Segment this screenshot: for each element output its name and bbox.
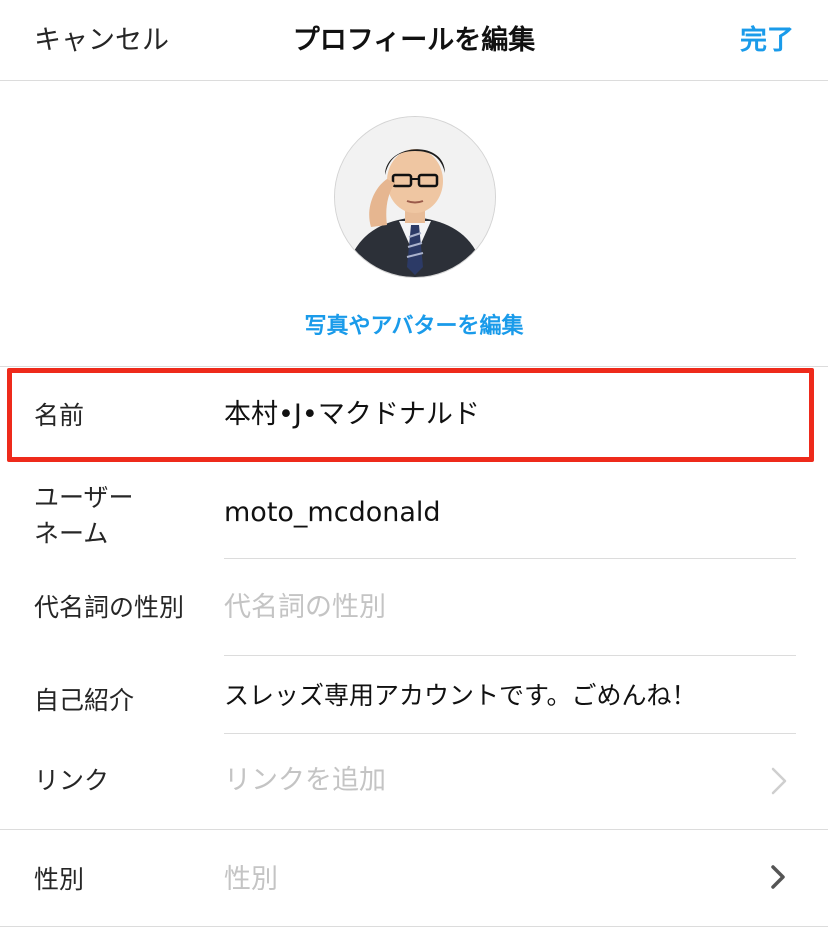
username-field[interactable]: moto_mcdonald xyxy=(224,494,441,532)
nav-bar: キャンセル プロフィールを編集 完了 xyxy=(0,0,828,81)
bio-label: 自己紹介 xyxy=(34,686,135,715)
divider xyxy=(224,558,796,559)
avatar-photo xyxy=(335,117,495,277)
username-label: ユーザー ネーム xyxy=(34,480,134,552)
avatar[interactable] xyxy=(334,116,496,278)
pronouns-label: 代名詞の性別 xyxy=(34,593,185,622)
username-label-line2: ネーム xyxy=(34,519,109,548)
page-title: プロフィールを編集 xyxy=(292,25,536,56)
edit-photo-link[interactable]: 写真やアバターを編集 xyxy=(0,308,828,340)
divider xyxy=(224,655,796,656)
divider xyxy=(0,366,828,367)
link-field[interactable]: リンクを追加 xyxy=(224,762,386,800)
link-label: リンク xyxy=(34,766,110,795)
chevron-right-icon[interactable] xyxy=(770,862,788,896)
name-field[interactable]: 本村•J•マクドナルド xyxy=(224,396,480,434)
gender-label: 性別 xyxy=(34,865,85,894)
bio-field[interactable]: スレッズ専用アカウントです。ごめんね！ xyxy=(224,677,697,715)
username-label-line1: ユーザー xyxy=(34,483,134,512)
pronouns-field[interactable]: 代名詞の性別 xyxy=(224,589,386,627)
gender-field[interactable]: 性別 xyxy=(224,861,278,899)
chevron-right-icon[interactable] xyxy=(770,766,788,800)
divider xyxy=(0,926,828,927)
name-label: 名前 xyxy=(34,401,85,430)
done-button[interactable]: 完了 xyxy=(740,18,794,57)
divider xyxy=(224,733,796,734)
divider xyxy=(0,829,828,830)
